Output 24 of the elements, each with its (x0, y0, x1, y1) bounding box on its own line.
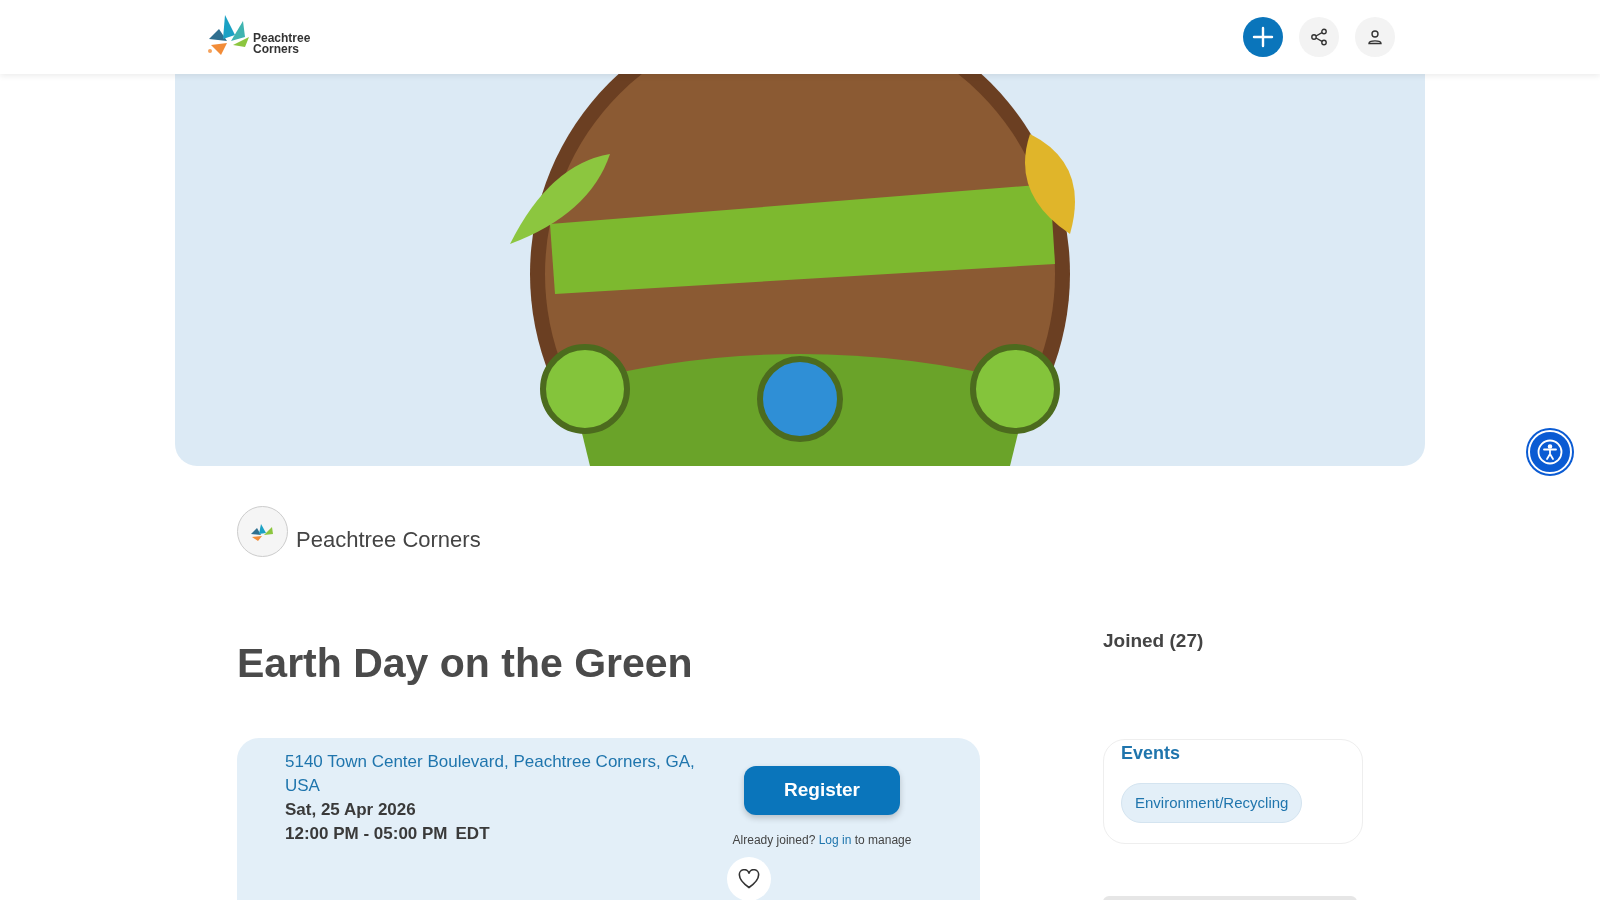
share-button[interactable] (1299, 17, 1339, 57)
categories-title: Events (1121, 741, 1182, 765)
accessibility-button[interactable] (1528, 430, 1572, 474)
login-link[interactable]: Log in (818, 833, 852, 848)
category-tag[interactable]: Environment/Recycling (1121, 782, 1303, 823)
plus-icon (1252, 26, 1274, 48)
person-icon (1367, 29, 1383, 45)
share-icon (1310, 28, 1328, 46)
login-note: Already joined? Log in to manage (732, 832, 912, 850)
timezone-label: EDT (455, 823, 490, 846)
joined-count: Joined (27) (1103, 629, 1205, 653)
heart-icon (738, 869, 760, 890)
event-time: 12:00 PM - 05:00 PM (285, 823, 448, 846)
add-button[interactable] (1243, 17, 1283, 57)
event-date: Sat, 25 Apr 2026 (285, 799, 417, 822)
organizer-avatar[interactable] (237, 506, 288, 557)
register-button[interactable]: Register (744, 766, 900, 816)
profile-button[interactable] (1355, 17, 1395, 57)
accessibility-icon (1537, 439, 1563, 465)
event-title: Earth Day on the Green (237, 639, 694, 688)
address-link[interactable]: 5140 Town Center Boulevard, Peachtree Corners, GA, USA (285, 750, 705, 799)
favorite-button[interactable] (727, 857, 771, 900)
organizer-name[interactable]: Peachtree Corners (296, 523, 481, 556)
logo[interactable]: Peachtree Corners (205, 11, 311, 63)
